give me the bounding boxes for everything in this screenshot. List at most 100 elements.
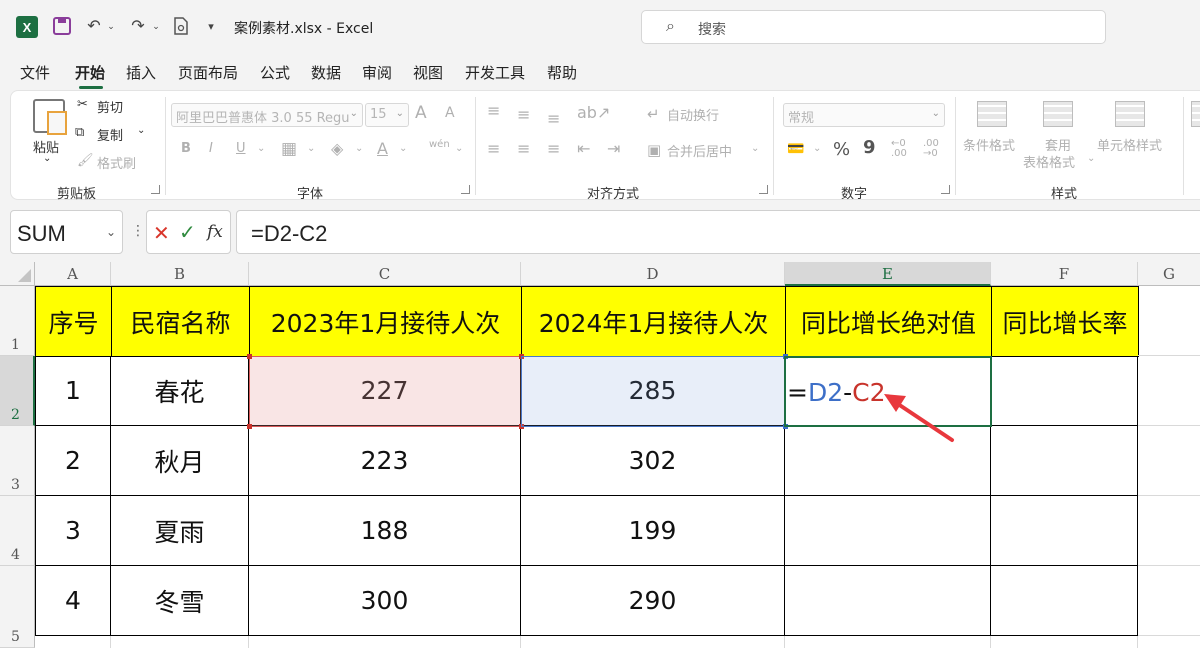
column-header-c[interactable]: C: [249, 262, 521, 286]
borders-dropdown-icon[interactable]: ⌄: [307, 143, 315, 154]
font-launcher-icon[interactable]: [461, 185, 470, 194]
data-cell[interactable]: 199: [521, 496, 785, 566]
save-icon[interactable]: [52, 14, 72, 38]
empty-cell[interactable]: [785, 636, 991, 648]
tab-file[interactable]: 文件: [20, 62, 50, 83]
print-preview-icon[interactable]: [172, 14, 190, 38]
phonetic-dropdown-icon[interactable]: ⌄: [455, 143, 463, 154]
data-cell[interactable]: 290: [521, 566, 785, 636]
grow-font-button[interactable]: A: [415, 103, 427, 123]
number-format-select[interactable]: 常规 ⌄: [783, 103, 945, 127]
data-cell[interactable]: 3: [35, 496, 111, 566]
column-header-d[interactable]: D: [521, 262, 785, 286]
data-cell[interactable]: [785, 496, 991, 566]
check-icon[interactable]: ✓: [179, 220, 196, 245]
column-header-g[interactable]: G: [1138, 262, 1200, 286]
header-cell[interactable]: 同比增长率: [991, 286, 1139, 357]
column-header-a[interactable]: A: [35, 262, 111, 286]
data-cell[interactable]: 夏雨: [111, 496, 249, 566]
data-cell[interactable]: 300: [249, 566, 521, 636]
format-painter-button[interactable]: 格式刷: [97, 153, 136, 172]
copy-dropdown-icon[interactable]: ⌄: [137, 125, 145, 136]
undo-icon[interactable]: ↶: [84, 14, 104, 38]
percent-button[interactable]: %: [833, 139, 850, 160]
conditional-formatting-button[interactable]: 条件格式: [963, 135, 1015, 154]
data-cell[interactable]: [991, 356, 1138, 426]
format-as-table-line2[interactable]: 表格格式: [1023, 152, 1075, 171]
row-header-1[interactable]: 1: [0, 286, 35, 356]
redo-icon[interactable]: ↷: [128, 14, 148, 38]
underline-button[interactable]: U: [236, 141, 246, 156]
tab-developer[interactable]: 开发工具: [465, 62, 525, 83]
editing-cell-e2[interactable]: =D2-C2: [785, 356, 991, 426]
header-cell[interactable]: 同比增长绝对值: [785, 286, 992, 357]
borders-icon[interactable]: ▦: [281, 139, 297, 159]
data-cell[interactable]: 285: [521, 356, 785, 426]
data-cell[interactable]: [991, 426, 1138, 496]
wrap-text-button[interactable]: 自动换行: [667, 105, 719, 124]
tab-formulas[interactable]: 公式: [260, 62, 290, 83]
tab-view[interactable]: 视图: [413, 62, 443, 83]
search-input[interactable]: ⌕ 搜索: [641, 10, 1106, 44]
empty-cell[interactable]: [1138, 496, 1200, 566]
merge-dropdown-icon[interactable]: ⌄: [751, 143, 759, 154]
empty-cell[interactable]: [991, 636, 1138, 648]
bold-button[interactable]: B: [181, 141, 191, 156]
data-cell[interactable]: 春花: [111, 356, 249, 426]
align-left-icon[interactable]: ≡: [487, 139, 500, 158]
align-bottom-icon[interactable]: ≡: [547, 109, 560, 128]
tab-data[interactable]: 数据: [311, 62, 341, 83]
column-header-e[interactable]: E: [785, 262, 991, 286]
customize-toolbar-icon[interactable]: ▾: [204, 14, 218, 38]
decrease-indent-icon[interactable]: ⇤: [577, 139, 590, 158]
data-cell[interactable]: 223: [249, 426, 521, 496]
empty-cell[interactable]: [521, 636, 785, 648]
row-header-4[interactable]: 4: [0, 496, 35, 566]
fill-color-icon[interactable]: ◈: [331, 139, 343, 158]
insert-cells-icon[interactable]: [1191, 101, 1200, 127]
empty-cell[interactable]: [1138, 356, 1200, 426]
empty-cell[interactable]: [1138, 426, 1200, 496]
number-launcher-icon[interactable]: [941, 185, 950, 194]
italic-button[interactable]: I: [209, 141, 213, 156]
header-cell[interactable]: 民宿名称: [111, 286, 250, 357]
tab-help[interactable]: 帮助: [547, 62, 577, 83]
column-header-f[interactable]: F: [991, 262, 1138, 286]
phonetic-button[interactable]: wén: [429, 139, 450, 150]
row-header-3[interactable]: 3: [0, 426, 35, 496]
align-center-icon[interactable]: ≡: [517, 139, 530, 158]
redo-dropdown-icon[interactable]: ⌄: [151, 14, 161, 38]
empty-cell[interactable]: [35, 636, 111, 648]
empty-cell[interactable]: [249, 636, 521, 648]
tab-insert[interactable]: 插入: [126, 62, 156, 83]
data-cell[interactable]: [785, 426, 991, 496]
copy-button[interactable]: 复制: [97, 125, 123, 144]
clipboard-launcher-icon[interactable]: [151, 185, 160, 194]
orientation-icon[interactable]: ab↗: [577, 103, 610, 122]
data-cell[interactable]: [991, 566, 1138, 636]
cell-styles-button[interactable]: 单元格样式: [1097, 135, 1162, 154]
more-options-icon[interactable]: ⋮: [131, 222, 145, 239]
select-all-corner[interactable]: [0, 262, 35, 286]
accounting-format-icon[interactable]: 💳: [787, 141, 804, 157]
align-middle-icon[interactable]: ≡: [517, 105, 530, 124]
data-cell[interactable]: 227: [249, 356, 521, 426]
paste-icon[interactable]: [33, 99, 67, 135]
name-box[interactable]: SUM ⌄: [10, 210, 123, 254]
fill-dropdown-icon[interactable]: ⌄: [355, 143, 363, 154]
tab-review[interactable]: 审阅: [362, 62, 392, 83]
empty-cell[interactable]: [1138, 286, 1200, 356]
header-cell[interactable]: 2024年1月接待人次: [521, 286, 786, 357]
data-cell[interactable]: 2: [35, 426, 111, 496]
decrease-decimal-icon[interactable]: .00 →0: [923, 139, 939, 159]
font-color-dropdown-icon[interactable]: ⌄: [399, 143, 407, 154]
font-name-select[interactable]: 阿里巴巴普惠体 3.0 55 Regu ⌄: [171, 103, 363, 127]
shrink-font-button[interactable]: A: [445, 105, 455, 121]
empty-cell[interactable]: [111, 636, 249, 648]
font-color-button[interactable]: A: [377, 139, 388, 158]
data-cell[interactable]: 302: [521, 426, 785, 496]
align-right-icon[interactable]: ≡: [547, 139, 560, 158]
align-top-icon[interactable]: ≡: [487, 101, 500, 120]
undo-dropdown-icon[interactable]: ⌄: [106, 14, 116, 38]
column-header-b[interactable]: B: [111, 262, 249, 286]
